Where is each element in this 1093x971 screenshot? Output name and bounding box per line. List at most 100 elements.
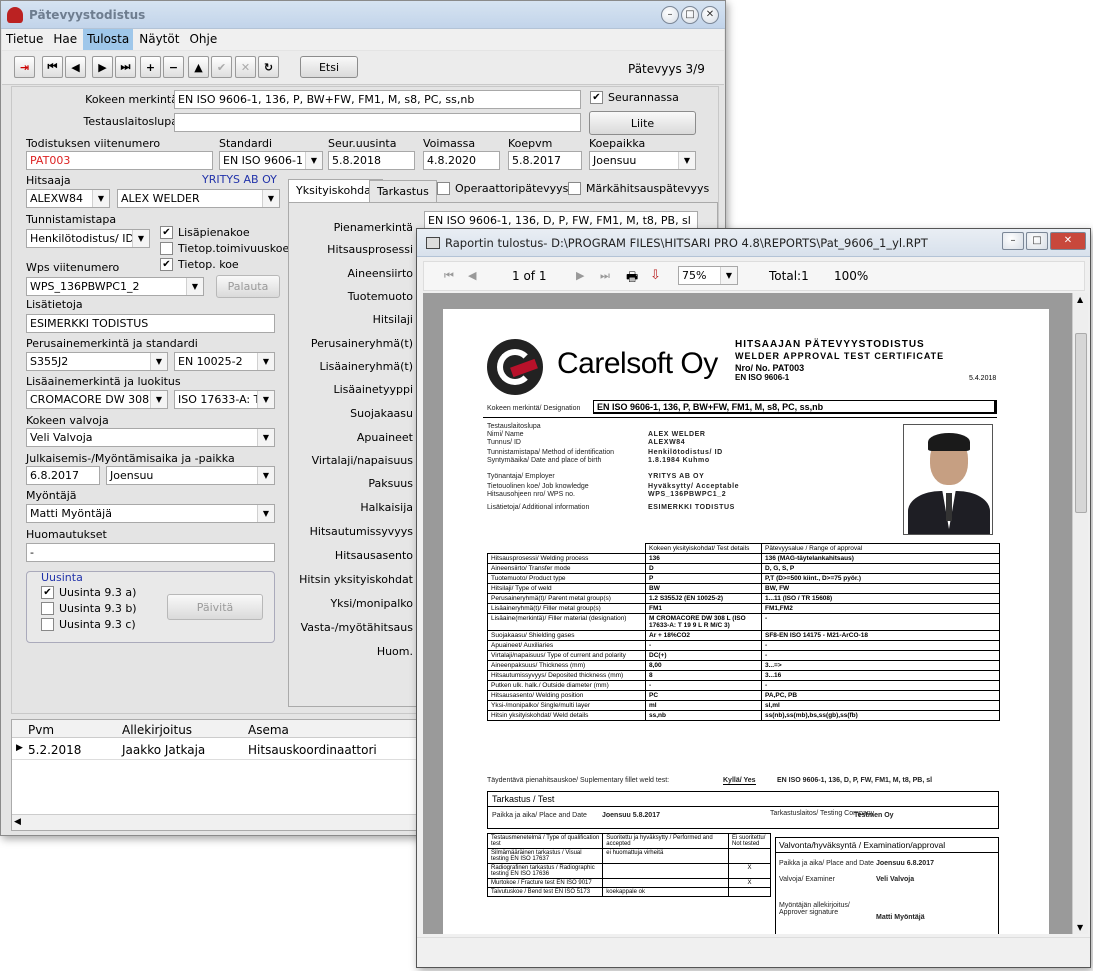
info-label: Tietouolinen koe/ Job knowledge [487,483,589,490]
scroll-down-icon[interactable]: ▼ [1077,923,1083,932]
seur-field[interactable]: 5.8.2018 [328,151,415,170]
export-icon[interactable]: ⇩ [650,268,661,283]
prev-record-icon[interactable]: ◀ [65,56,86,78]
seurannassa-checkbox[interactable]: ✔ Seurannassa [590,91,679,104]
close-icon[interactable]: ✕ [1050,232,1086,250]
scroll-thumb[interactable] [1075,333,1087,513]
v-myontaja-label: Myöntäjän allekirjoitus/ Approver signat… [779,902,850,916]
test-cell [602,878,730,888]
table-row: Hitsautumissyvyys/ Deposited thickness (… [487,670,1000,681]
scroll-up-icon[interactable]: ▲ [1077,295,1083,304]
lisapienakoe-checkbox[interactable]: ✔ Lisäpienakoe [160,226,250,239]
last-page-icon[interactable]: ⏭ [600,269,610,283]
menu-naytot[interactable]: Näytöt [135,29,183,50]
report-titlebar[interactable]: Raportin tulostus- D:\PROGRAM FILES\HITS… [417,229,1090,257]
operaattori-checkbox[interactable]: Operaattoripätevyys [437,182,568,195]
voimassa-field[interactable]: 4.8.2020 [423,151,500,170]
minimize-icon[interactable]: – [1002,232,1024,250]
exit-icon[interactable]: ⇥ [14,56,35,78]
julkaisu-paikka-select[interactable]: Joensuu ▼ [106,466,275,485]
kokeen-merkinta-field[interactable]: EN ISO 9606-1, 136, P, BW+FW, FM1, M, s8… [174,90,581,109]
grid-header-allekirjoitus[interactable]: Allekirjoitus [122,723,192,737]
first-page-icon[interactable]: ⏮ [444,269,454,283]
prev-page-icon[interactable]: ◀ [468,269,476,282]
info-value: Henkilötodistus/ ID [648,449,723,456]
myontaja-select[interactable]: Matti Myöntäjä ▼ [26,504,275,523]
hitsaaja-name-select[interactable]: ALEX WELDER ▼ [117,189,280,208]
tietop-toim-checkbox[interactable]: Tietop.toimivuuskoe [160,242,289,255]
liite-button[interactable]: Liite [589,111,696,135]
julkaisu-pvm-field[interactable]: 6.8.2017 [26,466,100,485]
table-cell: sl,ml [761,700,1000,711]
minimize-icon[interactable]: – [661,6,679,24]
info-label: Tunnistamistapa/ Method of identificatio… [487,449,614,456]
preview-area: Carelsoft Oy HITSAAJAN PÄTEVYYSTODISTUS … [423,293,1073,934]
main-titlebar[interactable]: Pätevyystodistus – □ ✕ [1,1,725,29]
tab-tarkastus[interactable]: Tarkastus [369,180,437,202]
test-cell [728,848,771,864]
paivita-button[interactable]: Päivitä [167,594,263,620]
zoom-select[interactable]: 75% ▼ [678,266,738,285]
uusinta-b-checkbox[interactable]: Uusinta 9.3 b) [41,602,137,615]
print-icon[interactable]: 🖶 [626,268,638,290]
accept-icon[interactable]: ✔ [211,56,232,78]
next-record-icon[interactable]: ▶ [92,56,113,78]
valvoja-select[interactable]: Veli Valvoja ▼ [26,428,275,447]
standardi-select[interactable]: EN ISO 9606-1 ▼ [219,151,323,170]
seur-label: Seur.uusinta [328,137,397,150]
cancel-icon[interactable]: ✕ [235,56,256,78]
detail-label-vasta-myotahitsaus: Vasta-/myötähitsaus [300,621,413,634]
test-cell: Murtokoe / Fracture test EN ISO 9017 [486,878,604,888]
menu-hae[interactable]: Hae [49,29,81,50]
last-record-icon[interactable]: ⏭ [115,56,136,78]
perus-std-select[interactable]: EN 10025-2 ▼ [174,352,275,371]
tietop-koe-checkbox[interactable]: ✔ Tietop. koe [160,258,239,271]
search-button[interactable]: Etsi [300,56,358,78]
lower-block: Täydentävä pienahitsauskoe/ Suplementary… [483,777,1003,934]
close-icon[interactable]: ✕ [701,6,719,24]
checkbox-box [41,618,54,631]
koepvm-field[interactable]: 5.8.2017 [508,151,582,170]
maximize-icon[interactable]: □ [1026,232,1048,250]
uusinta-a-checkbox[interactable]: ✔ Uusinta 9.3 a) [41,586,136,599]
uusinta-c-checkbox[interactable]: Uusinta 9.3 c) [41,618,136,631]
row-allekirjoitus: Jaakko Jatkaja [122,743,206,757]
huom-field[interactable]: - [26,543,275,562]
lisaaine-class-select[interactable]: ISO 17633-A: T 1 ▼ [174,390,275,409]
lisaaine-select[interactable]: CROMACORE DW 308 L ▼ [26,390,168,409]
markahitsaus-checkbox[interactable]: Märkähitsauspätevyys [568,182,709,195]
delete-icon[interactable]: − [163,56,184,78]
grid-header-asema[interactable]: Asema [248,723,289,737]
info-label: Lisätietoja/ Additional information [487,504,590,511]
lisatietoja-field[interactable]: ESIMERKKI TODISTUS [26,314,275,333]
tunnistus-select[interactable]: Henkilötodistus/ ID ▼ [26,229,150,248]
palauta-button[interactable]: Palauta [216,275,280,298]
divider [488,806,998,807]
menu-ohje[interactable]: Ohje [185,29,221,50]
vertical-scrollbar[interactable]: ▲ ▼ [1072,293,1088,934]
dropdown-arrow-icon: ▼ [92,190,109,207]
next-page-icon[interactable]: ▶ [576,269,584,282]
menu-tietue[interactable]: Tietue [2,29,47,50]
designation-box: EN ISO 9606-1, 136, P, BW+FW, FM1, M, s8… [593,400,997,414]
table-cell: ss,nb [645,710,762,721]
wps-select[interactable]: WPS_136PBWPC1_2 ▼ [26,277,204,296]
grid-header-pvm[interactable]: Pvm [28,723,54,737]
viite-label: Todistuksen viitenumero [26,137,161,150]
lisaaine-label: Lisäainemerkintä ja luokitus [26,375,181,388]
row-pvm: 5.2.2018 [28,743,82,757]
perus-select[interactable]: S355J2 ▼ [26,352,168,371]
edit-icon[interactable]: ▲ [188,56,209,78]
first-record-icon[interactable]: ⏮ [42,56,63,78]
add-icon[interactable]: + [140,56,161,78]
table-row: Hitsausprosessi/ Welding process 136 136 (… [487,553,1000,564]
koepaikka-select[interactable]: Joensuu ▼ [589,151,696,170]
scroll-left-icon[interactable]: ◀ [14,817,21,827]
maximize-icon[interactable]: □ [681,6,699,24]
viite-field[interactable]: PAT003 [26,151,213,170]
menu-tulosta[interactable]: Tulosta [83,29,134,50]
refresh-icon[interactable]: ↻ [258,56,279,78]
hitsaaja-id-select[interactable]: ALEXW84 ▼ [26,189,110,208]
dropdown-arrow-icon: ▼ [257,467,274,484]
testauslaitos-field[interactable] [174,113,581,132]
